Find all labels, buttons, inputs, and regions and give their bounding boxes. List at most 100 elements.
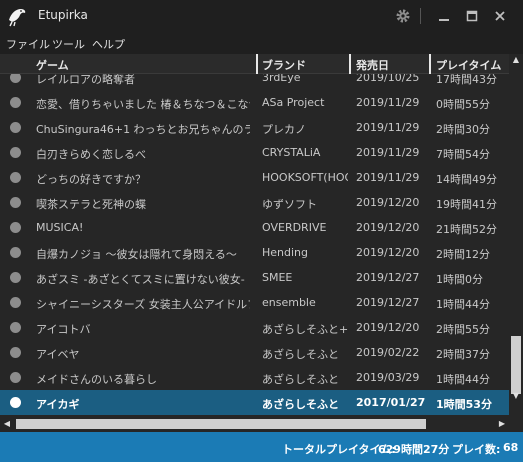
column-divider[interactable] xyxy=(256,54,258,74)
played-status-icon[interactable] xyxy=(10,272,21,283)
column-header-brand[interactable]: ブランド xyxy=(262,57,306,73)
played-status-icon[interactable] xyxy=(10,247,21,258)
vertical-scroll-thumb[interactable] xyxy=(511,336,521,394)
brand-cell: プレカノ xyxy=(262,123,306,136)
played-status-icon[interactable] xyxy=(10,397,21,408)
table-row[interactable]: 喫茶ステラと死神の蝶 ゆずソフト 2019/12/20 19時間41分 xyxy=(0,190,509,215)
playtime-cell: 7時間54分 xyxy=(436,148,490,161)
scroll-up-icon[interactable]: ▲ xyxy=(509,54,523,66)
table-row[interactable]: ChuSingura46+1 わっちとお兄ちゃんのラブラブ長プレカノ 2019/1… xyxy=(0,115,509,140)
played-status-icon[interactable] xyxy=(10,322,21,333)
scroll-left-icon[interactable]: ◀ xyxy=(0,416,14,432)
table-row[interactable]: アイベヤ あざらしそふと 2019/02/22 2時間37分 xyxy=(0,340,509,365)
playtime-cell: 1時間0分 xyxy=(436,273,483,286)
release-date-cell: 2019/03/29 xyxy=(356,371,420,384)
menu-file[interactable]: ファイル xyxy=(6,36,50,52)
game-title-cell: ChuSingura46+1 わっちとお兄ちゃんのラブラブ長 xyxy=(36,123,250,136)
play-count-label: プレイ数: xyxy=(452,443,501,456)
played-status-icon[interactable] xyxy=(10,297,21,308)
brand-cell: あざらしそふと xyxy=(262,373,339,386)
table-row[interactable]: MUSICA! OVERDRIVE 2019/12/20 21時間52分 xyxy=(0,215,509,240)
menu-help[interactable]: ヘルプ xyxy=(92,36,125,52)
release-date-cell: 2019/12/27 xyxy=(356,271,420,284)
brand-cell: あざらしそふと+1 xyxy=(262,323,348,336)
release-date-cell: 2019/12/20 xyxy=(356,196,420,209)
played-status-icon[interactable] xyxy=(10,122,21,133)
played-status-icon[interactable] xyxy=(10,372,21,383)
table-row[interactable]: 恋愛、借りちゃいました 椿＆ちなつ＆こなつ ミニ ASa Project 2019/… xyxy=(0,90,509,115)
game-list-grid: レイルロアの略奪者 3rdEye 2019/10/25 17時間43分 恋愛、借りちゃい… xyxy=(0,54,523,416)
column-header-date[interactable]: 発売日 xyxy=(356,57,389,73)
column-header-playtime[interactable]: プレイタイム xyxy=(436,57,501,73)
release-date-cell: 2019/11/29 xyxy=(356,96,420,109)
close-icon[interactable] xyxy=(488,4,512,28)
brand-cell: Hending xyxy=(262,246,309,259)
total-playtime-value: 629時間27分 xyxy=(378,443,450,456)
release-date-cell: 2019/11/29 xyxy=(356,171,420,184)
playtime-cell: 19時間41分 xyxy=(436,198,497,211)
table-row[interactable]: 白刃きらめく恋しるべ CRYSTALiA 2019/11/29 7時間54分 xyxy=(0,140,509,165)
playtime-cell: 2時間55分 xyxy=(436,323,490,336)
release-date-cell: 2019/12/20 xyxy=(356,321,420,334)
played-status-icon[interactable] xyxy=(10,197,21,208)
playtime-cell: 1時間44分 xyxy=(436,298,490,311)
gear-icon[interactable] xyxy=(391,4,415,28)
release-date-cell: 2019/12/20 xyxy=(356,221,420,234)
game-title-cell: アイベヤ xyxy=(36,348,80,361)
maximize-icon[interactable] xyxy=(460,4,484,28)
brand-cell: OVERDRIVE xyxy=(262,221,327,234)
table-row[interactable]: メイドさんのいる暮らし あざらしそふと 2019/03/29 1時間44分 xyxy=(0,365,509,390)
release-date-cell: 2019/11/29 xyxy=(356,146,420,159)
playtime-cell: 2時間30分 xyxy=(436,123,490,136)
table-row[interactable]: アイコトバ あざらしそふと+1 2019/12/20 2時間55分 xyxy=(0,315,509,340)
table-row[interactable]: 自爆カノジョ ～彼女は隠れて身悶える～ Hending 2019/12/20 2時間1… xyxy=(0,240,509,265)
release-date-cell: 2019/12/20 xyxy=(356,246,420,259)
scrollbar-corner xyxy=(509,416,523,432)
brand-cell: SMEE xyxy=(262,271,293,284)
game-title-cell: MUSICA! xyxy=(36,221,84,234)
table-row[interactable]: アイカギ あざらしそふと 2017/01/27 1時間53分 xyxy=(0,390,509,415)
vertical-scrollbar[interactable]: ▲ ▼ xyxy=(509,54,523,402)
played-status-icon[interactable] xyxy=(10,97,21,108)
table-row[interactable]: あざスミ -あざとくてスミに置けない彼女- SMEE 2019/12/27 1時間0分 xyxy=(0,265,509,290)
table-row[interactable]: どっちの好きですか？ HOOKSOFT(HOO 2019/11/29 14時間49分 xyxy=(0,165,509,190)
grid-header: ゲーム ブランド 発売日 プレイタイム xyxy=(0,54,509,74)
horizontal-scrollbar[interactable]: ◀ ▶ xyxy=(0,416,509,432)
brand-cell: ensemble xyxy=(262,296,316,309)
playtime-cell: 2時間12分 xyxy=(436,248,490,261)
brand-cell: CRYSTALiA xyxy=(262,146,321,159)
column-divider[interactable] xyxy=(429,54,431,74)
menu-bar: ファイル ツール ヘルプ xyxy=(0,32,523,54)
table-row[interactable]: シャイニーシスターズ 女装主人公アイドルプロジェク ensemble 2019/12… xyxy=(0,290,509,315)
game-title-cell: 恋愛、借りちゃいました 椿＆ちなつ＆こなつ ミニ xyxy=(36,98,250,111)
played-status-icon[interactable] xyxy=(10,347,21,358)
column-header-game[interactable]: ゲーム xyxy=(36,57,69,73)
bird-logo-icon xyxy=(9,9,26,27)
release-date-cell: 2017/01/27 xyxy=(356,396,426,409)
game-title-cell: 喫茶ステラと死神の蝶 xyxy=(36,198,146,211)
column-divider[interactable] xyxy=(349,54,351,74)
game-title-cell: 自爆カノジョ ～彼女は隠れて身悶える～ xyxy=(36,248,237,261)
release-date-cell: 2019/02/22 xyxy=(356,346,420,359)
played-status-icon[interactable] xyxy=(10,222,21,233)
playtime-cell: 1時間53分 xyxy=(436,398,492,411)
game-title-cell: 白刃きらめく恋しるべ xyxy=(36,148,146,161)
scroll-down-icon[interactable]: ▼ xyxy=(509,390,523,402)
played-status-icon[interactable] xyxy=(10,147,21,158)
brand-cell: あざらしそふと xyxy=(262,398,339,411)
titlebar-separator xyxy=(420,8,421,24)
played-status-icon[interactable] xyxy=(10,172,21,183)
playtime-cell: 2時間37分 xyxy=(436,348,490,361)
scroll-right-icon[interactable]: ▶ xyxy=(495,416,509,432)
brand-cell: ゆずソフト xyxy=(262,198,317,211)
brand-cell: HOOKSOFT(HOO xyxy=(262,171,348,184)
horizontal-scroll-thumb[interactable] xyxy=(16,419,426,429)
title-bar: Etupirka xyxy=(0,0,523,32)
minimize-icon[interactable] xyxy=(432,4,456,28)
game-title-cell: どっちの好きですか？ xyxy=(36,173,146,186)
release-date-cell: 2019/11/29 xyxy=(356,121,420,134)
game-title-cell: あざスミ -あざとくてスミに置けない彼女- xyxy=(36,273,245,286)
app-title: Etupirka xyxy=(38,8,88,22)
menu-tools[interactable]: ツール xyxy=(52,36,85,52)
playtime-cell: 1時間44分 xyxy=(436,373,490,386)
